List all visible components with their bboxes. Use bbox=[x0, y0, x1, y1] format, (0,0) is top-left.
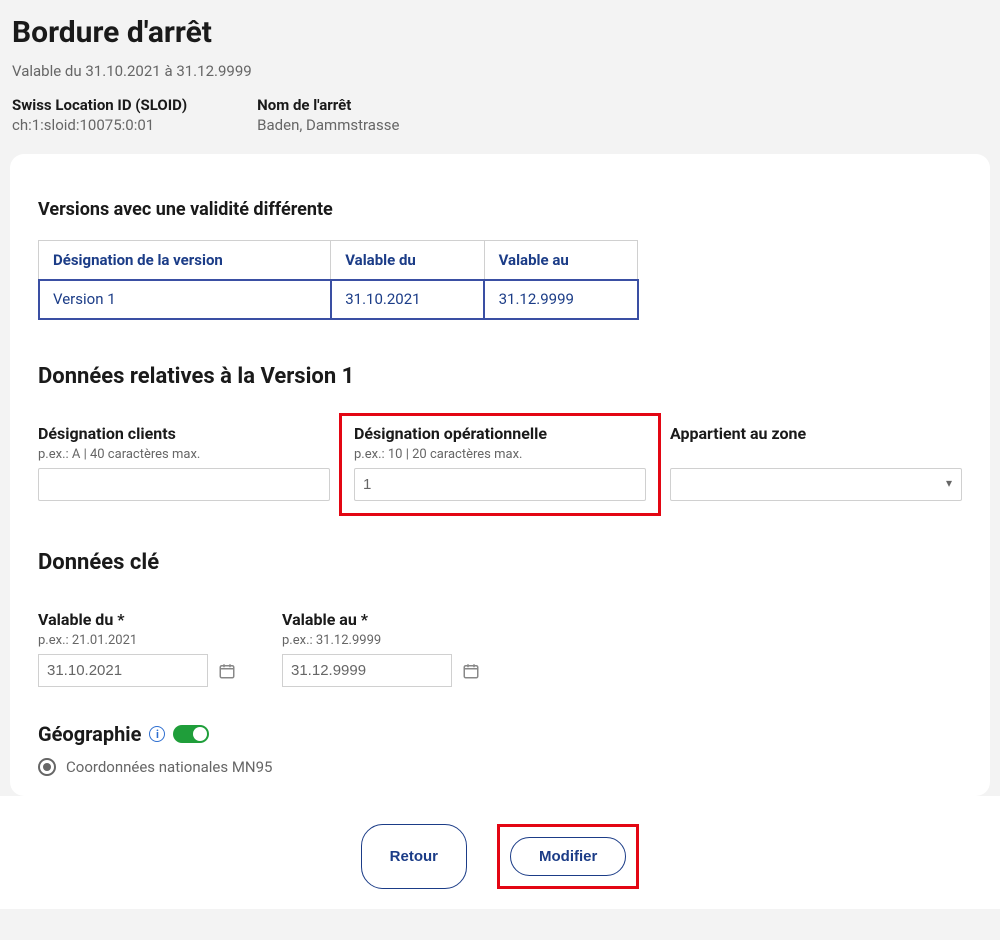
geography-title: Géographie bbox=[38, 722, 141, 746]
coord-radio[interactable] bbox=[38, 758, 56, 776]
back-button[interactable]: Retour bbox=[361, 824, 467, 889]
valid-from-hint: p.ex.: 21.01.2021 bbox=[38, 633, 258, 648]
sloid-label: Swiss Location ID (SLOID) bbox=[12, 96, 187, 114]
client-designation-input[interactable] bbox=[38, 468, 330, 501]
operational-designation-label: Désignation opérationnelle bbox=[354, 424, 646, 443]
calendar-icon[interactable] bbox=[462, 662, 480, 680]
table-row[interactable]: Version 1 31.10.2021 31.12.9999 bbox=[39, 280, 638, 319]
stop-name-value: Baden, Dammstrasse bbox=[257, 116, 399, 134]
zone-label: Appartient au zone bbox=[670, 424, 962, 443]
valid-from-input[interactable] bbox=[38, 654, 208, 687]
zone-hint-spacer bbox=[670, 447, 962, 462]
col-designation[interactable]: Désignation de la version bbox=[39, 241, 331, 280]
validity-range: Valable du 31.10.2021 à 31.12.9999 bbox=[12, 62, 988, 80]
client-designation-label: Désignation clients bbox=[38, 424, 330, 443]
versions-table: Désignation de la version Valable du Val… bbox=[38, 240, 638, 319]
valid-to-label: Valable au * bbox=[282, 610, 502, 629]
cell-valid-from: 31.10.2021 bbox=[331, 280, 484, 319]
stop-name-label: Nom de l'arrêt bbox=[257, 96, 399, 114]
sloid-value: ch:1:sloid:10075:0:01 bbox=[12, 116, 187, 134]
client-designation-hint: p.ex.: A | 40 caractères max. bbox=[38, 447, 330, 462]
operational-designation-hint: p.ex.: 10 | 20 caractères max. bbox=[354, 447, 646, 462]
cell-designation: Version 1 bbox=[39, 280, 331, 319]
cell-valid-to: 31.12.9999 bbox=[484, 280, 637, 319]
modify-button-highlight: Modifier bbox=[497, 824, 639, 889]
info-icon[interactable]: i bbox=[149, 726, 165, 742]
version-data-section-title: Données relatives à la Version 1 bbox=[38, 364, 962, 389]
calendar-icon[interactable] bbox=[218, 662, 236, 680]
coord-radio-label: Coordonnées nationales MN95 bbox=[66, 758, 272, 776]
modify-button[interactable]: Modifier bbox=[510, 837, 626, 876]
operational-designation-highlight: Désignation opérationnelle p.ex.: 10 | 2… bbox=[339, 413, 661, 516]
zone-select[interactable] bbox=[670, 468, 962, 501]
geography-toggle[interactable] bbox=[173, 725, 209, 743]
col-valid-to[interactable]: Valable au bbox=[484, 241, 637, 280]
page-title: Bordure d'arrêt bbox=[12, 15, 988, 50]
versions-section-title: Versions avec une validité différente bbox=[38, 199, 962, 220]
valid-to-input[interactable] bbox=[282, 654, 452, 687]
valid-to-hint: p.ex.: 31.12.9999 bbox=[282, 633, 502, 648]
key-data-section-title: Données clé bbox=[38, 550, 962, 575]
valid-from-label: Valable du * bbox=[38, 610, 258, 629]
operational-designation-input[interactable] bbox=[354, 468, 646, 501]
col-valid-from[interactable]: Valable du bbox=[331, 241, 484, 280]
